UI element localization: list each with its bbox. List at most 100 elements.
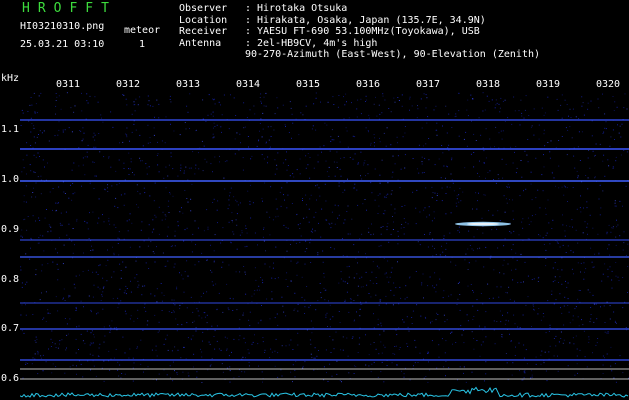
noise-pixel xyxy=(417,362,419,363)
noise-pixel xyxy=(421,161,423,163)
noise-pixel xyxy=(122,336,124,338)
noise-pixel xyxy=(373,361,375,363)
noise-pixel xyxy=(360,286,362,288)
noise-pixel xyxy=(562,342,564,344)
noise-pixel xyxy=(482,341,484,343)
noise-pixel xyxy=(568,311,570,313)
noise-pixel xyxy=(508,286,510,288)
noise-pixel xyxy=(374,145,375,147)
noise-pixel xyxy=(595,143,597,145)
noise-pixel xyxy=(604,331,606,333)
noise-pixel xyxy=(137,104,139,106)
noise-pixel xyxy=(107,191,109,192)
noise-pixel xyxy=(190,339,192,341)
noise-pixel xyxy=(512,218,514,220)
noise-pixel xyxy=(392,216,393,217)
noise-pixel xyxy=(392,171,394,173)
noise-pixel xyxy=(619,355,621,357)
freq-tick-1.0: 1.0 xyxy=(1,174,20,185)
noise-pixel xyxy=(436,122,438,124)
noise-pixel xyxy=(238,149,240,151)
noise-pixel xyxy=(290,244,291,245)
noise-pixel xyxy=(368,354,370,356)
noise-pixel xyxy=(194,173,196,175)
noise-pixel xyxy=(299,223,301,225)
noise-pixel xyxy=(36,338,38,340)
noise-pixel xyxy=(93,365,95,367)
noise-pixel xyxy=(172,195,174,197)
noise-pixel xyxy=(404,126,406,127)
noise-pixel xyxy=(445,361,447,362)
noise-pixel xyxy=(507,312,509,314)
noise-pixel xyxy=(344,281,346,283)
noise-pixel xyxy=(58,129,60,131)
noise-pixel xyxy=(368,231,370,233)
noise-pixel xyxy=(366,209,367,211)
noise-pixel xyxy=(135,98,137,100)
noise-pixel xyxy=(297,344,299,346)
noise-pixel xyxy=(90,311,92,313)
noise-pixel xyxy=(269,357,271,359)
noise-pixel xyxy=(418,144,420,146)
noise-pixel xyxy=(265,92,267,94)
noise-pixel xyxy=(398,327,400,329)
noise-pixel xyxy=(123,162,125,164)
noise-pixel xyxy=(184,229,186,231)
noise-pixel xyxy=(82,127,84,129)
noise-pixel xyxy=(609,254,611,256)
noise-pixel xyxy=(34,172,36,173)
noise-pixel xyxy=(371,271,373,273)
meta-key: Observer xyxy=(179,3,228,14)
noise-pixel xyxy=(423,358,424,360)
noise-pixel xyxy=(33,136,35,138)
noise-pixel xyxy=(182,371,184,373)
noise-pixel xyxy=(584,356,586,358)
noise-pixel xyxy=(186,227,188,229)
noise-pixel xyxy=(244,371,246,373)
noise-pixel xyxy=(98,265,100,267)
noise-pixel xyxy=(140,229,142,231)
noise-pixel xyxy=(496,286,498,288)
noise-pixel xyxy=(348,117,350,119)
noise-pixel xyxy=(482,303,484,305)
noise-pixel xyxy=(117,243,119,244)
noise-pixel xyxy=(604,357,605,359)
noise-pixel xyxy=(357,163,359,165)
noise-pixel xyxy=(339,168,341,170)
app-title: HROFFT xyxy=(22,1,117,16)
noise-pixel xyxy=(106,280,108,282)
noise-pixel xyxy=(201,252,203,254)
noise-pixel xyxy=(336,161,338,163)
noise-pixel xyxy=(380,299,382,301)
noise-pixel xyxy=(572,108,574,110)
noise-pixel xyxy=(246,232,248,234)
noise-pixel xyxy=(84,343,86,345)
noise-pixel xyxy=(598,107,600,109)
noise-pixel xyxy=(74,287,76,289)
noise-pixel xyxy=(124,310,126,312)
noise-pixel xyxy=(62,298,64,300)
noise-pixel xyxy=(428,214,430,216)
noise-pixel xyxy=(388,108,390,109)
noise-pixel xyxy=(90,309,92,311)
noise-pixel xyxy=(86,151,88,153)
noise-pixel xyxy=(462,191,464,193)
noise-pixel xyxy=(570,250,572,252)
noise-pixel xyxy=(458,135,460,137)
noise-pixel xyxy=(562,244,564,246)
noise-pixel xyxy=(146,173,148,175)
noise-pixel xyxy=(466,109,468,111)
noise-pixel xyxy=(289,101,291,103)
noise-pixel xyxy=(572,319,574,321)
noise-pixel xyxy=(133,320,135,322)
noise-pixel xyxy=(193,366,194,368)
noise-pixel xyxy=(513,96,515,98)
noise-pixel xyxy=(567,129,569,131)
noise-pixel xyxy=(604,127,606,129)
noise-pixel xyxy=(295,360,297,362)
noise-pixel xyxy=(290,280,292,282)
noise-pixel xyxy=(47,231,49,233)
noise-pixel xyxy=(340,157,342,159)
noise-pixel xyxy=(396,136,398,138)
noise-pixel xyxy=(448,113,450,115)
